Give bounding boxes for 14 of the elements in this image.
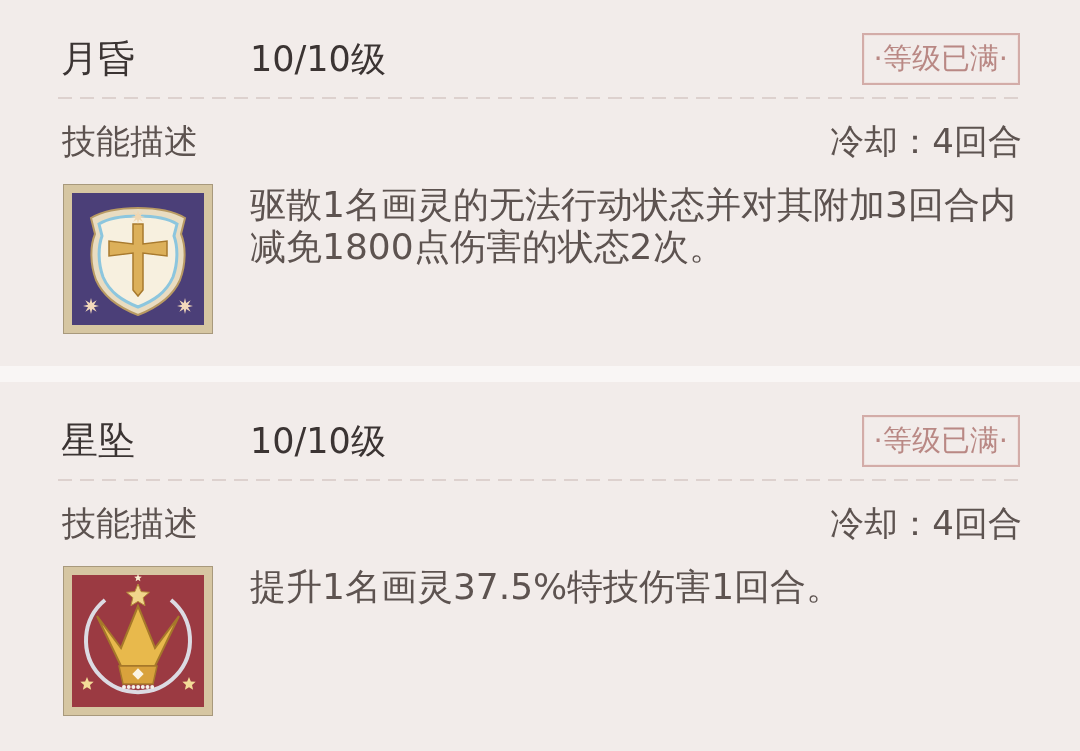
skill-name: 月昏 [61, 36, 136, 82]
skill-description: 驱散1名画灵的无法行动状态并对其附加3回合内减免1800点伤害的状态2次。 [250, 184, 1017, 268]
skill-name: 星坠 [61, 418, 136, 464]
level-text: 10/10级 [250, 37, 386, 81]
cooldown-text: 冷却：4回合 [830, 120, 1022, 163]
shield-cross-icon [63, 184, 213, 334]
max-level-stamp: ·等级已满· [861, 33, 1020, 85]
section-label: 技能描述 [62, 502, 198, 545]
level-text: 10/10级 [250, 419, 386, 463]
cooldown-text: 冷却：4回合 [830, 502, 1022, 545]
max-level-stamp: ·等级已满· [861, 415, 1020, 467]
crown-icon [63, 566, 213, 716]
skill-description: 提升1名画灵37.5%特技伤害1回合。 [250, 566, 844, 608]
section-label: 技能描述 [62, 120, 198, 163]
